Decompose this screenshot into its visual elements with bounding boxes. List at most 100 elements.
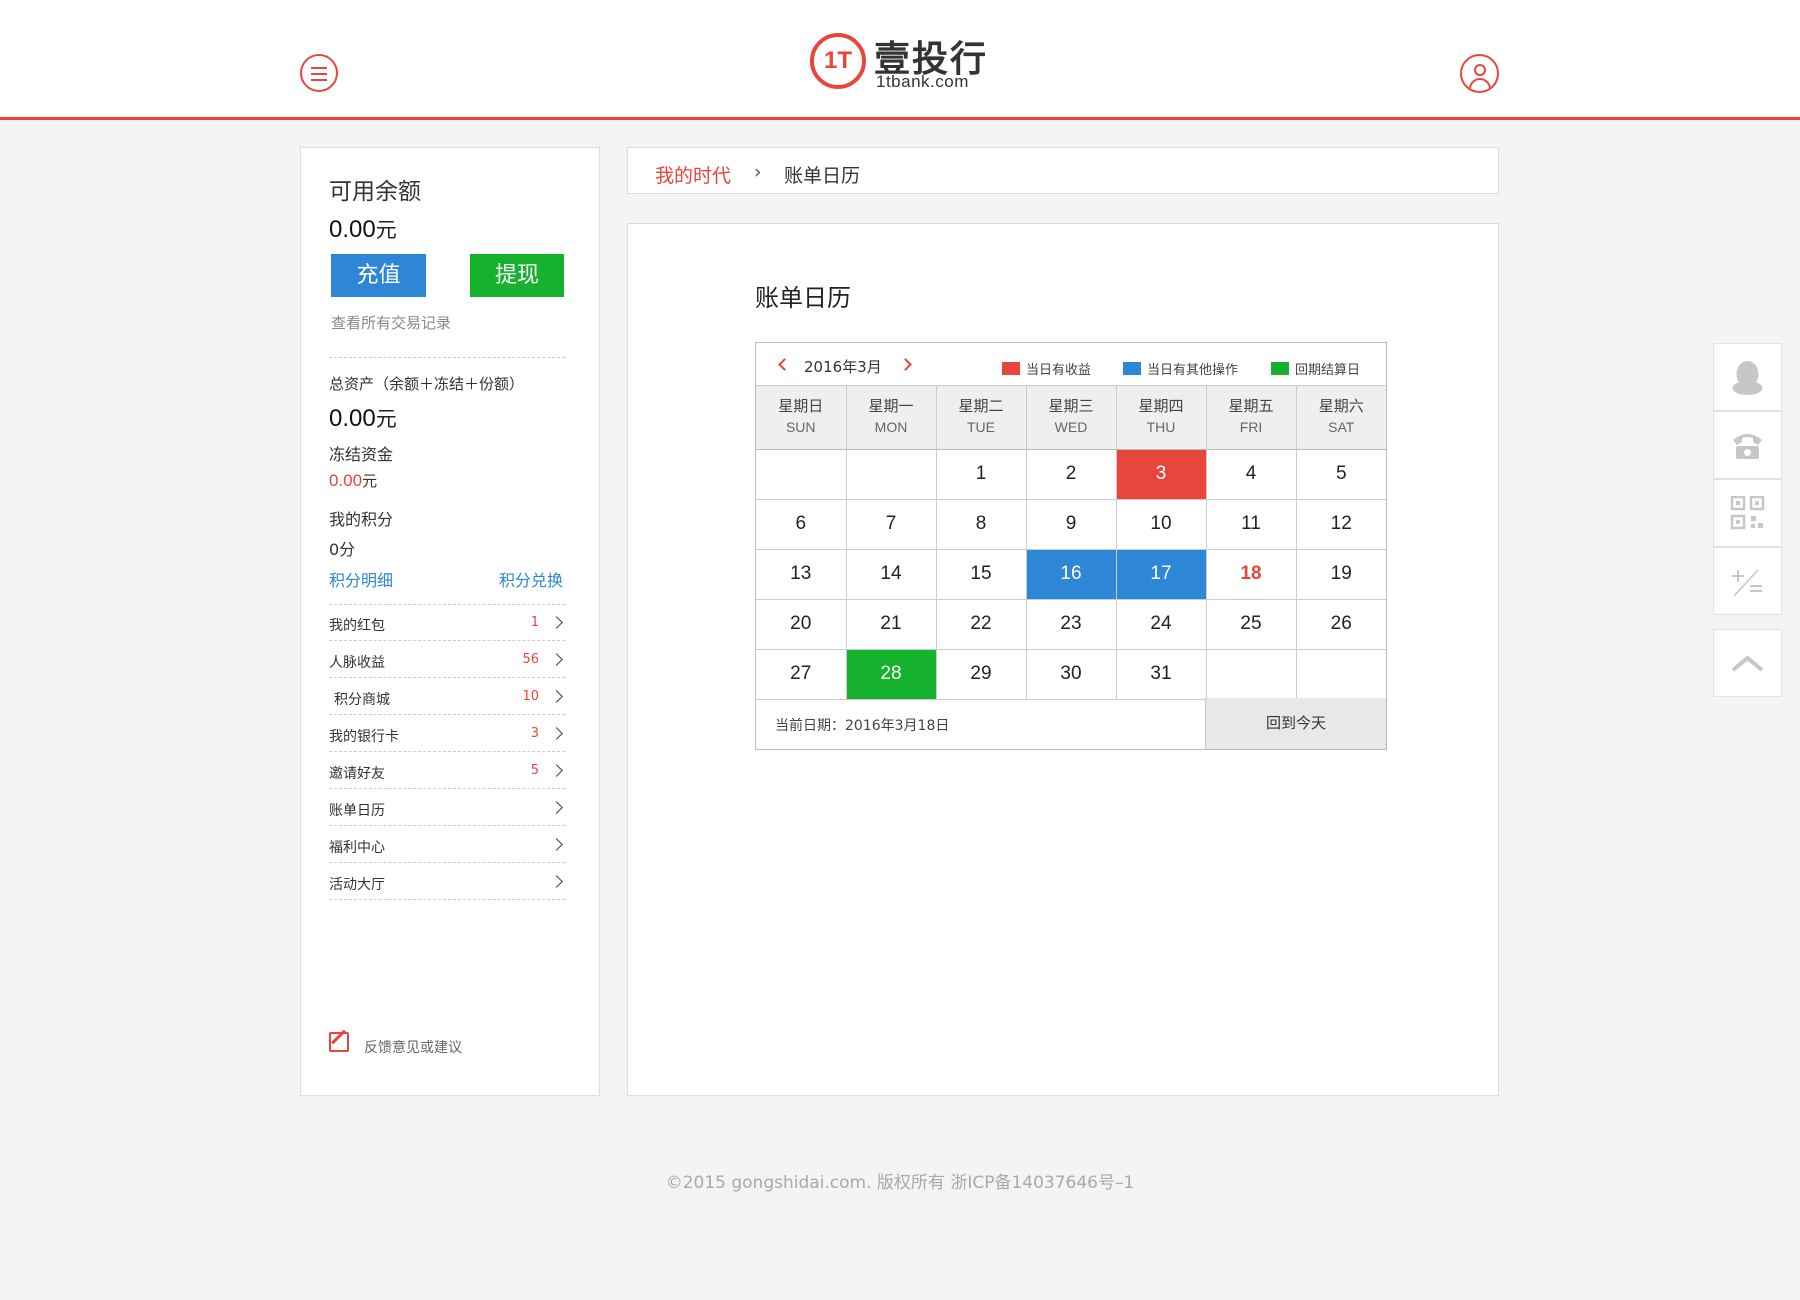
recharge-button[interactable]: 充值 [331,254,426,297]
calendar-day[interactable]: 10 [1116,499,1207,550]
calendar-day[interactable]: 27 [756,649,847,700]
calendar-day[interactable]: 3 [1116,449,1207,500]
calendar-day[interactable]: 9 [1026,499,1117,550]
breadcrumb-home-link[interactable]: 我的时代 [655,161,731,188]
calendar-day[interactable]: 13 [756,549,847,600]
qr-code-icon [1730,496,1765,530]
calculator-button[interactable] [1713,547,1782,615]
chevron-left-icon[interactable] [778,358,791,371]
sidebar-item-label: 账单日历 [329,803,385,819]
back-to-today-button[interactable]: 回到今天 [1205,698,1386,749]
sidebar-item-invite-friends[interactable]: 邀请好友 5 [329,753,565,789]
calendar-footer: 当前日期：2016年3月18日 回到今天 [756,698,1386,749]
calendar-day[interactable]: 25 [1206,599,1297,650]
weekday-cn: 星期四 [1138,397,1184,416]
calendar-day[interactable]: 18 [1206,549,1297,600]
legend-item-other-operation: 当日有其他操作 [1123,359,1238,378]
sidebar-item-bank-cards[interactable]: 我的银行卡 3 [329,716,565,752]
sidebar-item-count: 10 [522,689,539,704]
weekday-header: 星期六 SAT [1296,386,1386,450]
chevron-right-icon [550,616,563,629]
calendar-day[interactable]: 16 [1026,549,1117,600]
calendar-day[interactable]: 26 [1296,599,1386,650]
site-logo[interactable]: 1T 壹投行 1tbank.com [808,30,1008,96]
user-account-button[interactable] [1460,54,1499,93]
calendar-day[interactable]: 17 [1116,549,1207,600]
weekday-header: 星期日 SUN [756,386,847,450]
calendar-day[interactable]: 19 [1296,549,1386,600]
calendar-day[interactable]: 4 [1206,449,1297,500]
withdraw-button[interactable]: 提现 [470,254,564,297]
weekday-en: SUN [785,419,816,436]
calendar-day[interactable]: 24 [1116,599,1207,650]
site-footer: ©2015 gongshidai.com. 版权所有 浙ICP备14037646… [665,1173,1135,1193]
calendar-day[interactable]: 23 [1026,599,1117,650]
weekday-header: 星期一 MON [846,386,937,450]
sidebar-item-network-income[interactable]: 人脉收益 56 [329,642,565,678]
sidebar-item-welfare-center[interactable]: 福利中心 [329,827,565,863]
calendar-day[interactable]: 30 [1026,649,1117,700]
points-exchange-link[interactable]: 积分兑换 [499,567,563,591]
calendar-day[interactable]: 8 [936,499,1027,550]
calendar-day [1296,649,1386,700]
calendar-day[interactable]: 11 [1206,499,1297,550]
main-panel: 账单日历 2016年3月 当日有收益 当日有其他操作 回期结算日 星期日 SUN … [627,223,1499,1096]
qr-code-button[interactable] [1713,479,1782,547]
chevron-right-icon [550,690,563,703]
calendar-day[interactable]: 22 [936,599,1027,650]
calendar-day[interactable]: 12 [1296,499,1386,550]
calendar-day[interactable]: 1 [936,449,1027,500]
divider [329,357,565,358]
weekday-en: MON [874,419,908,436]
legend-label: 当日有收益 [1026,363,1092,378]
phone-service-button[interactable] [1713,411,1782,479]
weekday-en: SAT [1328,419,1355,436]
weekday-en: WED [1054,419,1088,436]
calendar-week-row: 1 2 3 4 5 [756,449,1386,500]
weekday-header: 星期二 TUE [936,386,1027,450]
sidebar-item-count: 5 [530,763,539,778]
weekday-en: TUE [967,419,995,436]
chevron-right-icon [550,838,563,851]
calendar-day[interactable]: 20 [756,599,847,650]
weekday-header-row: 星期日 SUN 星期一 MON 星期二 TUE 星期三 WED 星期四 THU 星期五 FR… [756,386,1386,450]
calendar-day[interactable]: 2 [1026,449,1117,500]
weekday-header: 星期四 THU [1116,386,1207,450]
calendar-day[interactable]: 15 [936,549,1027,600]
total-assets-label: 总资产（余额＋冻结＋份额） [329,375,525,393]
user-icon-body [1469,78,1491,91]
points-detail-link[interactable]: 积分明细 [329,567,393,591]
calculator-icon [1732,569,1762,597]
sidebar-item-count: 3 [530,726,539,741]
calendar-day[interactable]: 14 [846,549,937,600]
calendar-day[interactable]: 21 [846,599,937,650]
site-header: 1T 壹投行 1tbank.com [0,0,1800,120]
calendar-day[interactable]: 7 [846,499,937,550]
calendar-day[interactable]: 29 [936,649,1027,700]
calendar-day[interactable]: 31 [1116,649,1207,700]
weekday-cn: 星期五 [1228,397,1274,416]
qq-penguin-icon [1732,361,1763,395]
sidebar-item-bill-calendar[interactable]: 账单日历 [329,790,565,826]
sidebar-item-red-packet[interactable]: 我的红包 1 [329,605,565,641]
calendar-day[interactable]: 28 [846,649,937,700]
transactions-link[interactable]: 查看所有交易记录 [331,312,451,333]
chevron-right-icon[interactable] [899,358,912,371]
weekday-en: FRI [1239,419,1263,436]
menu-icon-bar [311,79,327,81]
qq-service-button[interactable] [1713,343,1782,411]
calendar-day[interactable]: 5 [1296,449,1386,500]
chevron-right-icon [550,875,563,888]
legend-item-income: 当日有收益 [1002,359,1091,378]
sidebar-item-points-mall[interactable]: 积分商城 10 [329,679,565,715]
weekday-cn: 星期一 [868,397,914,416]
sidebar-item-activity-hall[interactable]: 活动大厅 [329,864,565,900]
sidebar-item-label: 积分商城 [334,692,390,708]
calendar-week-row: 27 28 29 30 31 [756,649,1386,700]
calendar-day[interactable]: 6 [756,499,847,550]
points-label: 我的积分 [329,510,394,529]
feedback-link[interactable]: 反馈意见或建议 [364,1037,462,1057]
menu-button[interactable] [300,54,338,92]
back-to-top-button[interactable] [1713,629,1782,697]
calendar-week-row: 20 21 22 23 24 25 26 [756,599,1386,650]
